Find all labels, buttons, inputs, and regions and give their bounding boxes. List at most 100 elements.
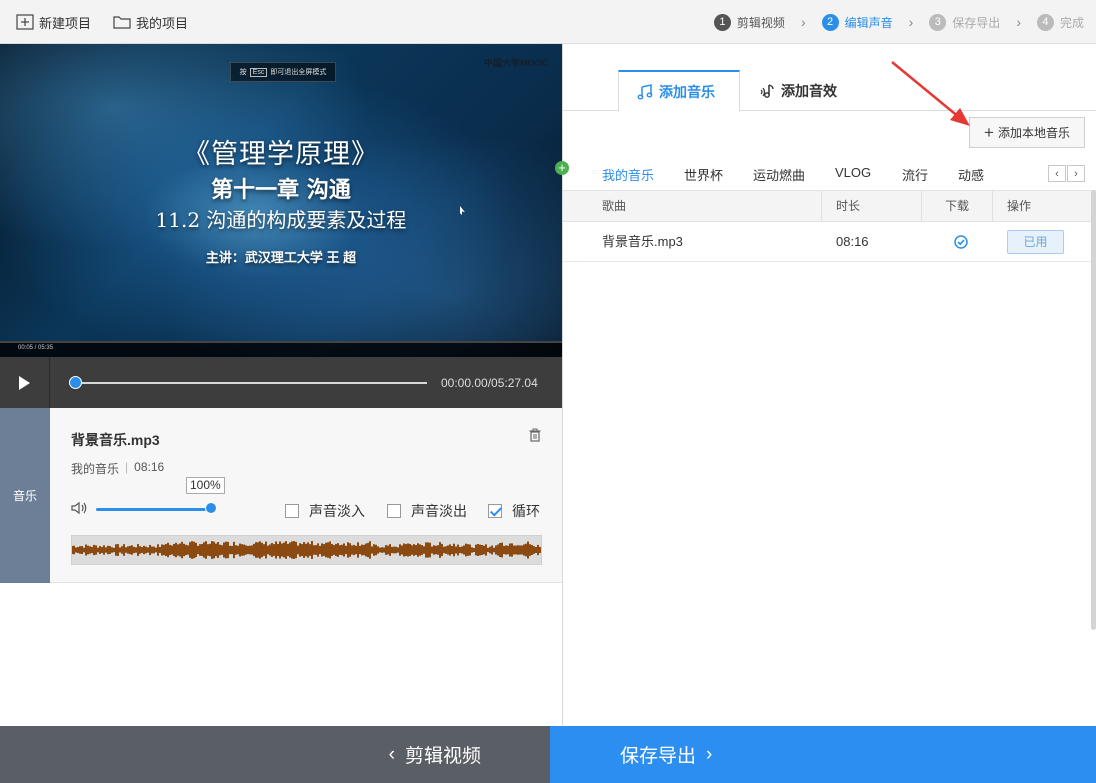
fade-out-label: 声音淡出 <box>411 503 467 519</box>
chevron-right-icon: › <box>706 743 713 765</box>
esc-hint-text: 即可退出全屏模式 <box>270 69 327 76</box>
fade-in-box[interactable] <box>285 504 299 518</box>
song-name: 背景音乐.mp3 <box>602 234 683 249</box>
meta-separator: | <box>125 460 129 474</box>
mooc-logo: 中国大学MOOC <box>484 58 548 68</box>
category-vlog[interactable]: VLOG <box>835 165 871 180</box>
chevron-right-icon: › <box>1016 14 1021 30</box>
table-row[interactable]: 背景音乐.mp3 08:16 已用 <box>563 222 1096 262</box>
esc-key: Esc <box>249 67 268 77</box>
used-button[interactable]: 已用 <box>1007 230 1064 254</box>
music-track-panel: 音乐 背景音乐.mp3 我的音乐 | 08:16 100% 声音淡入 声音淡出 … <box>0 408 562 583</box>
timeline-empty-area <box>0 583 562 726</box>
embedded-time: 00:05 / 05:35 <box>18 345 54 351</box>
right-tab-bar: 添加音乐 添加音效 <box>563 44 1096 112</box>
add-local-music-button[interactable]: + 添加本地音乐 <box>969 117 1085 148</box>
fade-in-checkbox[interactable]: 声音淡入 <box>285 501 365 521</box>
new-project-icon <box>16 14 34 30</box>
esc-hint-prefix: 按 <box>239 69 247 76</box>
music-note-icon <box>637 83 653 99</box>
timecode: 00:00.00/05:27.04 <box>441 376 538 390</box>
category-dynamic[interactable]: 动感 <box>958 165 984 184</box>
category-my-music[interactable]: 我的音乐 <box>602 165 654 184</box>
play-icon <box>19 375 30 390</box>
tab-add-effects[interactable]: 添加音效 <box>741 70 855 111</box>
back-to-cut-button[interactable]: ‹ 剪辑视频 <box>0 726 550 783</box>
chevron-right-icon: › <box>800 14 806 30</box>
volume-icon[interactable] <box>71 501 88 515</box>
step-cut-video[interactable]: 1 剪辑视频 <box>713 13 785 31</box>
new-project-label: 新建项目 <box>39 15 92 31</box>
new-project-button[interactable]: 新建项目 <box>16 11 91 33</box>
step-label: 保存导出 <box>952 15 1001 30</box>
loop-box[interactable] <box>488 504 502 518</box>
track-file-name: 背景音乐.mp3 <box>71 432 160 448</box>
plus-icon: + <box>984 123 994 142</box>
my-projects-label: 我的项目 <box>136 15 189 31</box>
add-local-music-label: 添加本地音乐 <box>997 126 1070 140</box>
category-world-cup[interactable]: 世界杯 <box>684 165 723 184</box>
tab-add-music[interactable]: 添加音乐 <box>618 70 740 112</box>
seek-bar[interactable] <box>75 382 427 384</box>
top-toolbar: 新建项目 我的项目 1 剪辑视频 › 2 编辑声音 › 3 保存导出 › 4 完… <box>0 0 1096 44</box>
step-indicator: 1 剪辑视频 › 2 编辑声音 › 3 保存导出 › 4 完成 <box>713 12 1084 32</box>
fade-out-box[interactable] <box>387 504 401 518</box>
music-table-header: 歌曲 时长 下载 操作 <box>563 190 1096 222</box>
step-finish[interactable]: 4 完成 <box>1036 13 1084 31</box>
category-sports[interactable]: 运动燃曲 <box>753 165 805 184</box>
embedded-player-bar: 00:05 / 05:35 <box>0 341 562 357</box>
sound-effect-icon <box>760 83 774 98</box>
volume-handle[interactable] <box>205 502 217 514</box>
volume-slider[interactable] <box>96 508 208 511</box>
video-title: 《管理学原理》 <box>183 139 379 170</box>
chevron-left-icon[interactable]: ‹ <box>1048 165 1066 182</box>
track-source: 我的音乐 <box>71 462 120 476</box>
fade-out-checkbox[interactable]: 声音淡出 <box>387 501 467 521</box>
step-number: 3 <box>929 13 947 31</box>
track-meta: 我的音乐 | 08:16 <box>71 460 164 477</box>
play-button[interactable] <box>0 357 50 408</box>
annotation-arrow-icon <box>891 61 970 126</box>
step-label: 剪辑视频 <box>736 15 785 30</box>
col-divider <box>921 191 922 221</box>
loop-label: 循环 <box>512 503 540 519</box>
col-action: 操作 <box>1007 199 1032 213</box>
audio-waveform[interactable] <box>71 535 542 565</box>
trash-icon[interactable] <box>528 428 542 442</box>
player-controls: 00:00.00/05:27.04 <box>0 357 562 408</box>
chevron-right-icon: › <box>908 14 914 30</box>
step-save-export[interactable]: 3 保存导出 <box>929 13 1001 31</box>
volume-tooltip: 100% <box>186 477 225 494</box>
fullscreen-esc-hint: 按 Esc 即可退出全屏模式 <box>230 62 336 82</box>
step-label: 完成 <box>1059 15 1084 30</box>
loop-checkbox[interactable]: 循环 <box>488 501 540 521</box>
downloaded-check-icon <box>954 235 968 249</box>
col-duration: 时长 <box>836 199 861 213</box>
step-number: 2 <box>821 13 839 31</box>
music-track-tab[interactable]: 音乐 <box>0 408 50 583</box>
back-to-cut-label: 剪辑视频 <box>404 746 481 767</box>
video-preview[interactable]: 按 Esc 即可退出全屏模式 中国大学MOOC 《管理学原理》 第十一章 沟通 … <box>0 44 562 357</box>
waveform-graphic <box>71 541 541 559</box>
chevron-right-icon[interactable]: › <box>1067 165 1085 182</box>
category-pop[interactable]: 流行 <box>902 165 928 184</box>
step-number: 1 <box>713 13 731 31</box>
right-scrollbar[interactable] <box>1091 190 1096 630</box>
my-projects-button[interactable]: 我的项目 <box>113 11 188 33</box>
step-edit-audio[interactable]: 2 编辑声音 <box>821 13 893 31</box>
fade-in-label: 声音淡入 <box>309 503 365 519</box>
step-label: 编辑声音 <box>844 15 893 30</box>
chevron-left-icon: ‹ <box>388 743 395 765</box>
tab-add-music-label: 添加音乐 <box>659 83 715 100</box>
video-chapter: 第十一章 沟通 <box>211 177 351 203</box>
step-number: 4 <box>1036 13 1054 31</box>
track-duration: 08:16 <box>134 460 165 474</box>
video-section: 11.2 沟通的构成要素及过程 <box>155 208 407 232</box>
col-download: 下载 <box>945 199 970 213</box>
seek-handle[interactable] <box>69 376 82 389</box>
panel-divider <box>562 44 563 726</box>
embedded-progress <box>0 341 562 343</box>
add-clip-icon[interactable]: + <box>555 161 569 175</box>
save-export-button[interactable]: 保存导出 › <box>550 726 1096 783</box>
video-speaker: 主讲：武汉理工大学 王 超 <box>205 250 357 265</box>
